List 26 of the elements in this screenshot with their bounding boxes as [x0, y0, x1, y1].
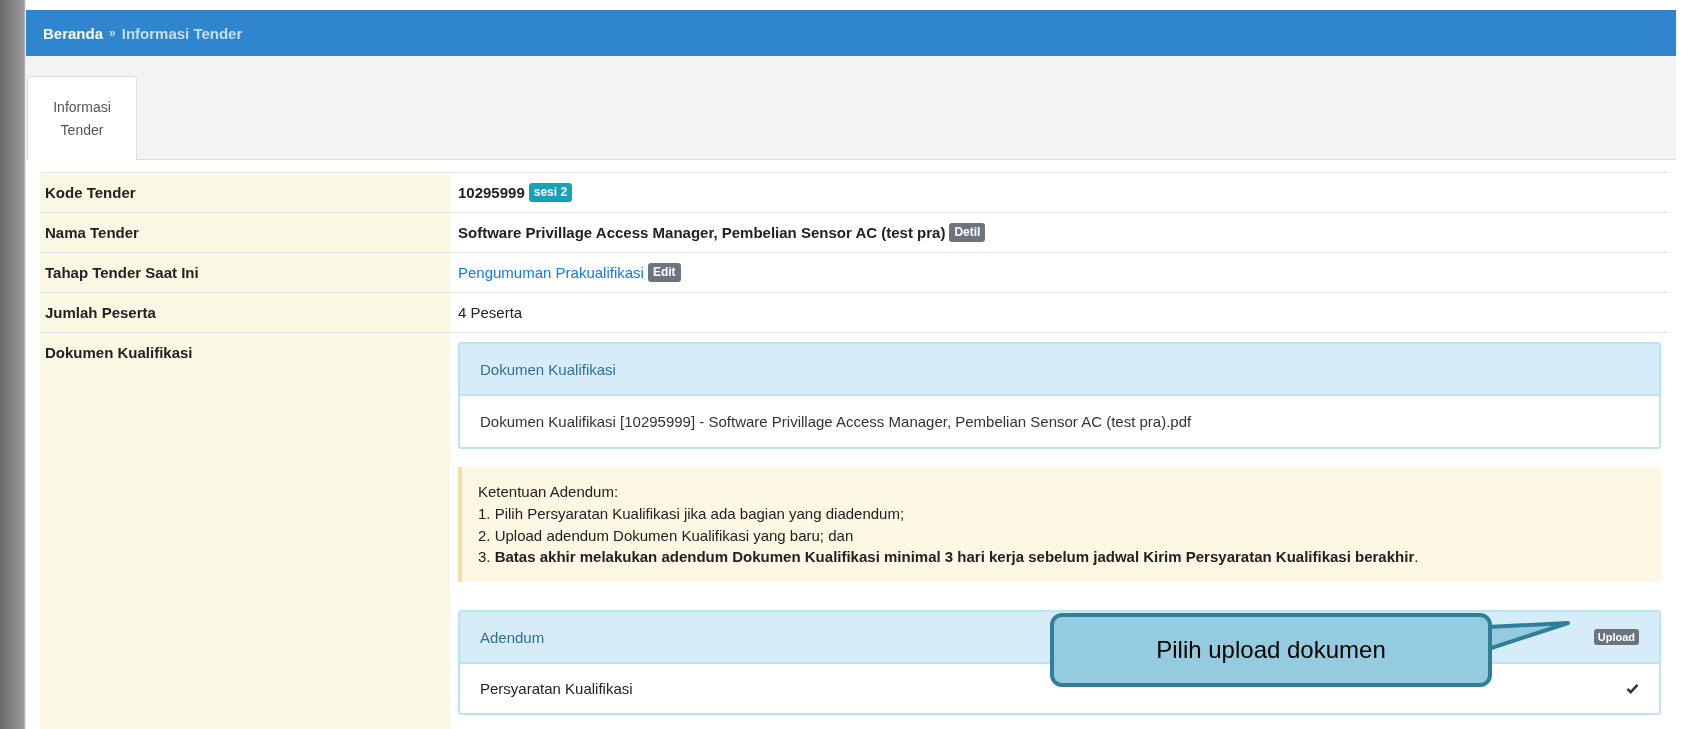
row-label: Jumlah Peserta [40, 293, 450, 332]
notice-item: 1. Pilih Persyaratan Kualifikasi jika ada bagian yang diadendum; [478, 503, 906, 524]
tab[interactable]: Informasi Tender [27, 76, 137, 160]
tender-name: Software Privillage Access Manager, Pembelian Sensor AC (test pra) [458, 224, 946, 241]
row-label: Nama Tender [40, 213, 450, 252]
notice-item: 2. Upload adendum Dokumen Kualifikasi yang baru; dan [478, 525, 855, 546]
requirement-item[interactable]: Persyaratan Kualifikasi [480, 680, 633, 697]
breadcrumb-separator: » [109, 26, 116, 40]
edit-button[interactable]: Edit [647, 262, 681, 283]
notice-title: Ketentuan Adendum: [478, 482, 620, 502]
upload-button[interactable]: Upload [1593, 628, 1639, 646]
row-label: Kode Tender [40, 173, 450, 212]
row-label: Dokumen Kualifikasi [40, 333, 450, 729]
panel-title: Dokumen Kualifikasi [480, 360, 616, 378]
session-badge: sesi 2 [528, 182, 573, 203]
tender-code: 10295999 [458, 184, 525, 201]
breadcrumb-current: Informasi Tender [121, 24, 243, 42]
stage-link[interactable]: Pengumuman Prakualifikasi [458, 264, 644, 281]
panel-title: Adendum [480, 628, 545, 646]
callout: Pilih upload dokumen [1050, 613, 1492, 687]
participant-count: 4 Peserta [458, 304, 523, 321]
document-link[interactable]: Dokumen Kualifikasi [10295999] - Software Privillage Access Manager, Pembelian Sensor AC (test pra).pdf [480, 413, 1192, 430]
detail-button[interactable]: Detil [949, 222, 986, 243]
breadcrumb-link[interactable]: Beranda [43, 24, 104, 42]
row-label: Tahap Tender Saat Ini [40, 253, 450, 292]
notice-item: 3. Batas akhir melakukan adendum Dokumen Kualifikasi minimal 3 hari kerja sebelum jadwal Kirim Persyaratan Kualifikasi berakhir. [478, 547, 1420, 568]
